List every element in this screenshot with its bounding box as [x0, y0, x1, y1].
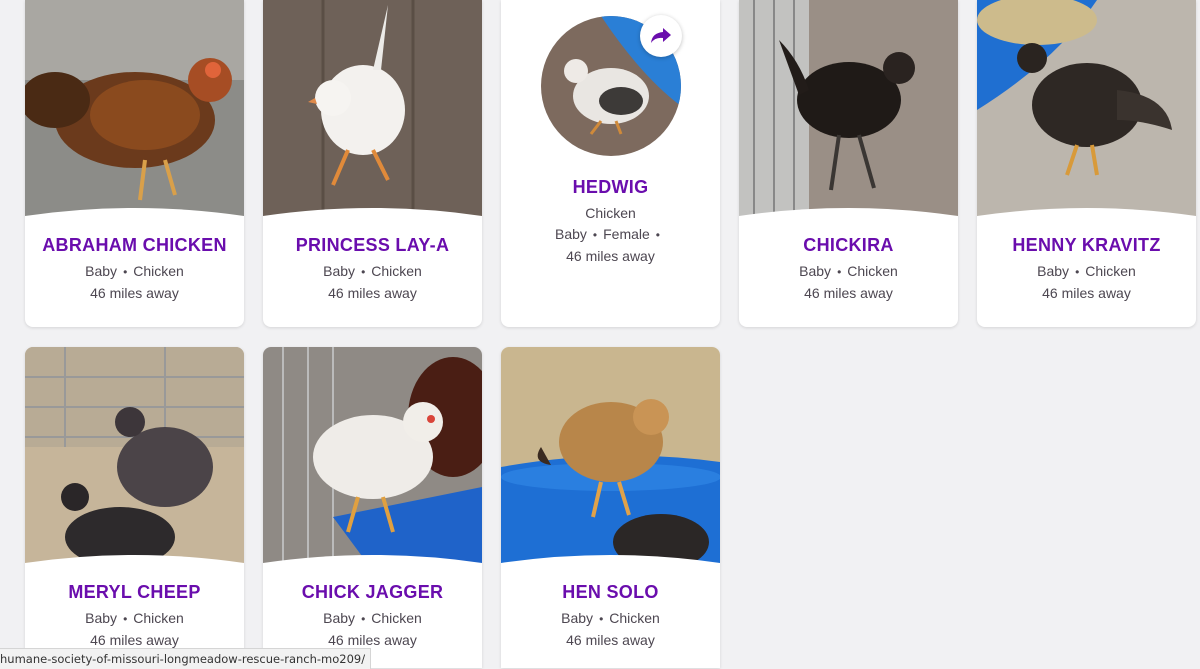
separator-dot: •: [655, 228, 660, 242]
browser-status-url: humane-society-of-missouri-longmeadow-re…: [0, 648, 371, 669]
pet-breed: Chicken: [847, 263, 898, 279]
pet-attributes: Baby • Female •: [501, 224, 720, 246]
pet-name[interactable]: CHICKIRA: [739, 234, 958, 256]
pet-photo[interactable]: [263, 347, 482, 571]
pet-distance: 46 miles away: [90, 285, 179, 301]
separator-dot: •: [123, 265, 128, 279]
pet-breed: Chicken: [585, 205, 636, 221]
pet-card-chick-jagger[interactable]: CHICK JAGGER Baby • Chicken 46 miles away: [263, 347, 482, 668]
pet-attributes: Baby • Chicken: [25, 261, 244, 283]
pet-gender: Female: [603, 226, 650, 242]
pet-card-henny-kravitz[interactable]: HENNY KRAVITZ Baby • Chicken 46 miles away: [977, 0, 1196, 327]
pet-results-grid: ABRAHAM CHICKEN Baby • Chicken 46 miles aw…: [0, 0, 1200, 668]
pet-breed: Chicken: [371, 610, 422, 626]
pet-age: Baby: [85, 610, 118, 626]
separator-dot: •: [361, 612, 366, 626]
pet-photo[interactable]: [977, 0, 1196, 224]
pet-name[interactable]: HEDWIG: [501, 176, 720, 198]
pet-card-chickira[interactable]: CHICKIRA Baby • Chicken 46 miles away: [739, 0, 958, 327]
pet-attributes: Baby • Chicken: [263, 261, 482, 283]
pet-card-hen-solo[interactable]: HEN SOLO Baby • Chicken 46 miles away: [501, 347, 720, 668]
pet-breed: Chicken: [1085, 263, 1136, 279]
pet-card-meryl-cheep[interactable]: MERYL CHEEP Baby • Chicken 46 miles away: [25, 347, 244, 668]
pet-name[interactable]: HENNY KRAVITZ: [977, 234, 1196, 256]
pet-age: Baby: [1037, 263, 1070, 279]
pet-breed: Chicken: [371, 263, 422, 279]
pet-name[interactable]: CHICK JAGGER: [263, 581, 482, 603]
separator-dot: •: [592, 228, 598, 242]
pet-name[interactable]: ABRAHAM CHICKEN: [25, 234, 244, 256]
pet-age: Baby: [85, 263, 118, 279]
pet-age: Baby: [323, 263, 356, 279]
pet-card-abraham-chicken[interactable]: ABRAHAM CHICKEN Baby • Chicken 46 miles aw…: [25, 0, 244, 327]
pet-card-hedwig[interactable]: HEDWIG Chicken Baby • Female • 46 miles awa…: [501, 0, 720, 327]
separator-dot: •: [1075, 265, 1080, 279]
pet-distance: 46 miles away: [1042, 285, 1131, 301]
pet-name[interactable]: MERYL CHEEP: [25, 581, 244, 603]
pet-age: Baby: [799, 263, 832, 279]
pet-photo[interactable]: [25, 347, 244, 571]
pet-photo[interactable]: [263, 0, 482, 224]
pet-photo[interactable]: [739, 0, 958, 224]
pet-age: Baby: [554, 226, 587, 242]
pet-breed: Chicken: [133, 263, 184, 279]
pet-distance: 46 miles away: [566, 248, 655, 264]
separator-dot: •: [361, 265, 366, 279]
share-arrow-icon: [651, 28, 671, 43]
pet-attributes: Baby • Chicken: [25, 608, 244, 630]
pet-distance: 46 miles away: [804, 285, 893, 301]
pet-attributes: Baby • Chicken: [739, 261, 958, 283]
pet-distance: 46 miles away: [566, 632, 655, 648]
pet-attributes: Baby • Chicken: [263, 608, 482, 630]
pet-attributes: Baby • Chicken: [501, 608, 720, 630]
share-button[interactable]: [640, 15, 682, 57]
pet-photo[interactable]: [25, 0, 244, 224]
pet-name[interactable]: PRINCESS LAY-A: [263, 234, 482, 256]
pet-age: Baby: [561, 610, 594, 626]
pet-distance: 46 miles away: [328, 285, 417, 301]
pet-attributes: Baby • Chicken: [977, 261, 1196, 283]
pet-photo[interactable]: [501, 347, 720, 571]
pet-name[interactable]: HEN SOLO: [501, 581, 720, 603]
separator-dot: •: [599, 612, 604, 626]
separator-dot: •: [837, 265, 842, 279]
pet-card-princess-lay-a[interactable]: PRINCESS LAY-A Baby • Chicken 46 miles awa…: [263, 0, 482, 327]
pet-breed: Chicken: [609, 610, 660, 626]
pet-breed: Chicken: [133, 610, 184, 626]
pet-age: Baby: [323, 610, 356, 626]
separator-dot: •: [123, 612, 128, 626]
